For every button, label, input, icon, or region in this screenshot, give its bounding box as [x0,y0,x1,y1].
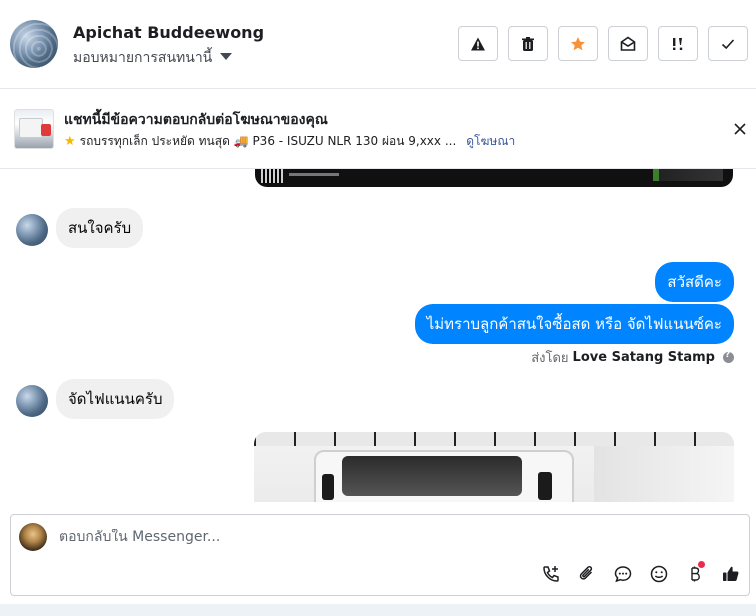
message-input[interactable] [59,529,699,545]
assign-conversation-dropdown[interactable]: มอบหมายการสนทนานี้ [73,47,233,69]
mark-unread-button[interactable] [608,26,648,61]
message-bubble[interactable]: สนใจครับ [56,208,144,248]
star-button[interactable] [558,26,598,61]
envelope-open-icon [620,36,636,51]
follow-up-icon [673,37,683,50]
notification-dot [698,561,705,568]
message-thread[interactable]: สนใจครับ สวัสดีคะ ไม่ทราบลูกค้าสนใจซื้อส… [0,169,756,502]
spam-button[interactable] [458,26,498,61]
close-banner-button[interactable] [730,119,750,139]
header-actions [458,26,748,61]
assign-label: มอบหมายการสนทนานี้ [73,50,213,66]
composer-tools [533,561,749,587]
follow-up-button[interactable] [658,26,698,61]
conversation-header: Apichat Buddeewong มอบหมายการสนทนานี้ [0,0,756,89]
ad-image-attachment[interactable] [255,169,733,187]
check-icon [721,38,735,49]
sent-by-label: ส่งโดย Love Satang Stamp [531,347,734,368]
attachment-icon [579,565,593,580]
sender-avatar[interactable] [16,214,48,246]
trash-icon [522,36,534,51]
page-avatar [19,523,47,551]
sender-avatar[interactable] [16,385,48,417]
qr-code-image [261,169,283,183]
message-bubble[interactable]: สวัสดีคะ [655,262,734,302]
call-add-icon [543,566,559,582]
sender-name: Love Satang Stamp [572,350,715,365]
payment-button[interactable] [677,561,713,587]
contact-avatar[interactable] [10,20,58,68]
like-icon [723,566,739,581]
message-bubble[interactable]: ไม่ทราบลูกค้าสนใจซื้อสด หรือ จัดไฟแนนซ์ค… [414,304,734,344]
contact-name[interactable]: Apichat Buddeewong [73,23,264,42]
done-button[interactable] [708,26,748,61]
saved-reply-icon [614,566,632,583]
star-icon [571,36,585,50]
ad-reply-banner: แชทนี้มีข้อความตอบกลับต่อโฆษณาของคุณ ★ ร… [0,89,756,169]
ad-thumbnail[interactable] [14,109,54,149]
ad-description: รถบรรทุกเล็ก ประหยัด ทนสุด 🚚 P36 - ISUZU… [79,134,457,148]
warning-icon [471,37,485,50]
truck-image-attachment[interactable] [254,432,734,502]
close-icon [734,123,746,135]
view-ad-link[interactable]: ดูโฆษณา [466,132,515,151]
like-button[interactable] [713,561,749,587]
message-bubble[interactable]: จัดไฟแนนครับ [56,379,175,419]
attach-button[interactable] [569,561,605,587]
emoji-icon [650,565,668,583]
bottom-divider [0,604,756,616]
saved-reply-button[interactable] [605,561,641,587]
delete-button[interactable] [508,26,548,61]
emoji-button[interactable] [641,561,677,587]
ad-description-line: ★ รถบรรทุกเล็ก ประหยัด ทนสุด 🚚 P36 - ISU… [64,132,515,151]
caret-down-icon [220,52,233,60]
ad-banner-title: แชทนี้มีข้อความตอบกลับต่อโฆษณาของคุณ [64,112,328,128]
star-emoji-icon: ★ [64,134,76,149]
call-add-button[interactable] [533,561,569,587]
reply-composer [10,514,750,596]
info-icon[interactable] [723,350,734,363]
dealer-logo [653,169,723,181]
